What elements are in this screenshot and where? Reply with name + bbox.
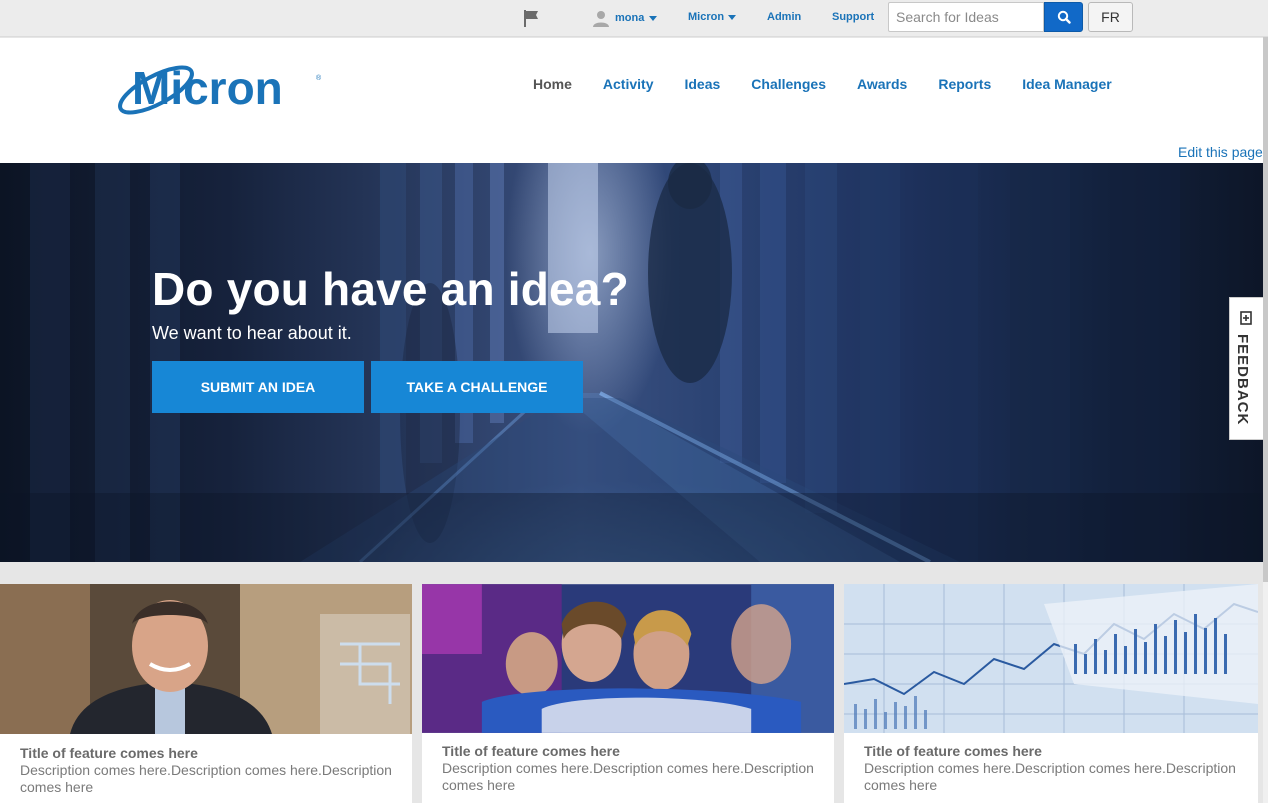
feature-title: Title of feature comes here: [20, 745, 198, 761]
nav-challenges[interactable]: Challenges: [751, 76, 826, 92]
micron-logo[interactable]: Micron ®: [112, 56, 327, 122]
page-scrollbar-thumb[interactable]: [1263, 37, 1268, 582]
user-menu[interactable]: mona: [592, 8, 658, 28]
search-icon: [1057, 10, 1071, 24]
flag-icon[interactable]: [522, 8, 542, 28]
hero-subtitle: We want to hear about it.: [152, 323, 352, 343]
org-menu[interactable]: Micron: [688, 11, 737, 23]
nav-ideas[interactable]: Ideas: [684, 76, 720, 92]
support-link[interactable]: Support: [832, 11, 874, 23]
search-input[interactable]: [888, 2, 1044, 32]
nav-activity[interactable]: Activity: [603, 76, 654, 92]
feature-image-businessman: [0, 584, 412, 734]
hero-banner: Do you have an idea? We want to hear abo…: [0, 163, 1263, 562]
chevron-down-icon: [649, 15, 658, 21]
feedback-label: FEEDBACK: [1234, 334, 1251, 426]
feature-image-stock-chart: [844, 584, 1258, 733]
nav-awards[interactable]: Awards: [857, 76, 907, 92]
main-nav: Home Activity Ideas Challenges Awards Re…: [533, 76, 1143, 92]
svg-text:®: ®: [316, 74, 322, 82]
chevron-down-icon: [728, 14, 737, 20]
feature-card[interactable]: Title of feature comes here Description …: [0, 584, 412, 803]
hero-title: Do you have an idea?: [152, 263, 629, 315]
logo-wordmark: Micron: [132, 62, 283, 114]
org-menu-label: Micron: [688, 11, 725, 23]
user-avatar-icon: [593, 11, 609, 27]
user-name: mona: [615, 12, 645, 24]
nav-reports[interactable]: Reports: [938, 76, 991, 92]
nav-idea-manager[interactable]: Idea Manager: [1022, 76, 1111, 92]
feature-description: Description comes here.Description comes…: [442, 760, 814, 793]
feature-image-gamers: [422, 584, 834, 733]
feature-description: Description comes here.Description comes…: [864, 760, 1236, 793]
search-button[interactable]: [1044, 2, 1083, 32]
feature-card[interactable]: Title of feature comes here Description …: [422, 584, 834, 803]
feature-title: Title of feature comes here: [864, 743, 1042, 759]
top-utility-bar: mona Micron Admin Support FR: [0, 0, 1268, 37]
site-header: Micron ® Home Activity Ideas Challenges …: [0, 38, 1268, 163]
feedback-icon: [1240, 311, 1252, 325]
submit-idea-button[interactable]: SUBMIT AN IDEA: [152, 361, 364, 413]
admin-link[interactable]: Admin: [767, 11, 801, 23]
nav-home[interactable]: Home: [533, 76, 572, 92]
feedback-tab[interactable]: FEEDBACK: [1229, 297, 1263, 440]
feature-description: Description comes here.Description comes…: [20, 762, 392, 795]
take-challenge-button[interactable]: TAKE A CHALLENGE: [371, 361, 583, 413]
language-toggle-button[interactable]: FR: [1088, 2, 1133, 32]
feature-card[interactable]: Title of feature comes here Description …: [844, 584, 1258, 803]
feature-title: Title of feature comes here: [442, 743, 620, 759]
edit-page-link[interactable]: Edit this page: [1178, 144, 1263, 160]
